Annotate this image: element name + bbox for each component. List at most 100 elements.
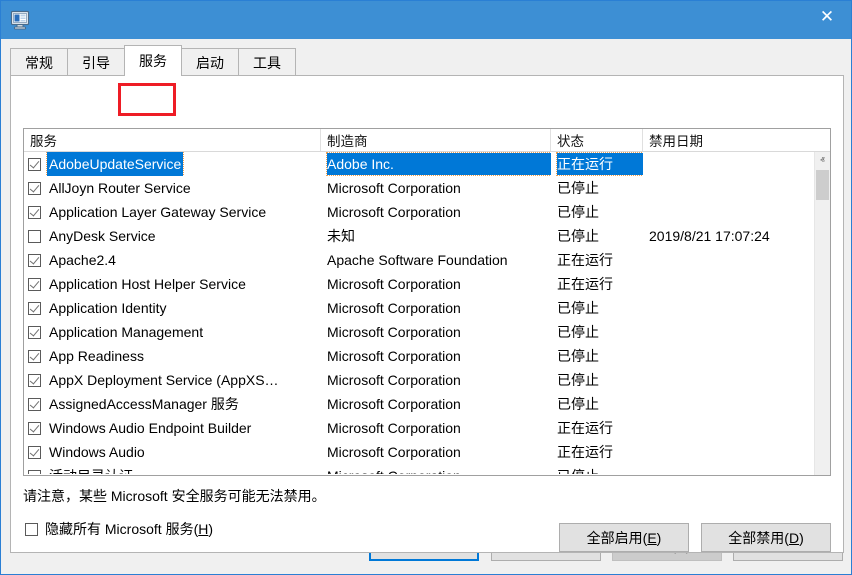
cell-service-name: Application Host Helper Service [24, 272, 321, 296]
cell-status: 已停止 [551, 392, 643, 416]
status-text: 正在运行 [557, 249, 613, 271]
enable-all-button[interactable]: 全部启用(E) [559, 523, 689, 552]
status-text: 已停止 [557, 297, 599, 319]
tab-services[interactable]: 服务 [124, 45, 182, 76]
table-row[interactable]: Application Host Helper ServiceMicrosoft… [24, 272, 830, 296]
cell-disable-date [643, 464, 815, 474]
tab-label: 常规 [25, 53, 53, 73]
titlebar-left [1, 1, 33, 39]
cell-manufacturer: Microsoft Corporation [321, 200, 551, 224]
column-header-status[interactable]: 状态 [551, 129, 643, 151]
table-row[interactable]: AnyDesk Service未知已停止2019/8/21 17:07:24 [24, 224, 830, 248]
checkbox-checked-icon[interactable] [28, 326, 41, 339]
cell-disable-date [643, 440, 815, 464]
table-row[interactable]: Windows Audio Endpoint Builder Microsoft … [24, 416, 830, 440]
checkbox-checked-icon[interactable] [28, 254, 41, 267]
table-row[interactable]: Application Layer Gateway Service Microso… [24, 200, 830, 224]
cell-service-name: 活动目录认证 [24, 464, 321, 474]
disable-all-label: 全部禁用(D) [728, 528, 803, 548]
cell-service-name: AssignedAccessManager 服务 [24, 392, 321, 416]
table-row[interactable]: AllJoyn Router ServiceMicrosoft Corporat… [24, 176, 830, 200]
cell-service-name: Windows Audio [24, 440, 321, 464]
checkbox-unchecked-icon[interactable] [28, 230, 41, 243]
services-listview[interactable]: 服务 制造商 状态 禁用日期 AdobeUpdateServiceAdobe I… [23, 128, 831, 476]
tab-boot[interactable]: 引导 [67, 48, 125, 76]
scroll-down-icon[interactable]: ⱟ [815, 458, 830, 475]
manufacturer-text: Microsoft Corporation [327, 441, 461, 463]
service-name-text: App Readiness [47, 344, 146, 368]
checkbox-checked-icon[interactable] [28, 182, 41, 195]
hide-microsoft-services-checkbox[interactable]: 隐藏所有 Microsoft 服务(H) [25, 519, 213, 539]
cell-manufacturer: Microsoft Corporation [321, 296, 551, 320]
service-name-text: Apache2.4 [47, 248, 118, 272]
tab-startup[interactable]: 启动 [181, 48, 239, 76]
service-name-text: Application Layer Gateway Service [47, 200, 268, 224]
status-text: 已停止 [557, 345, 599, 367]
checkbox-box[interactable] [25, 523, 38, 536]
checkbox-checked-icon[interactable] [28, 374, 41, 387]
computer-monitor-icon [9, 8, 33, 32]
column-header-service[interactable]: 服务 [24, 129, 321, 151]
cell-status: 正在运行 [551, 272, 643, 296]
cell-disable-date [643, 320, 815, 344]
tab-general[interactable]: 常规 [10, 48, 68, 76]
table-row[interactable]: Apache2.4Apache Software Foundation正在运行 [24, 248, 830, 272]
table-row[interactable]: Windows AudioMicrosoft Corporation正在运行 [24, 440, 830, 464]
listview-body: AdobeUpdateServiceAdobe Inc.正在运行AllJoyn … [24, 152, 830, 475]
cell-service-name: AdobeUpdateService [24, 152, 321, 176]
cell-manufacturer: Microsoft Corporation [321, 176, 551, 200]
checkbox-checked-icon[interactable] [28, 398, 41, 411]
service-name-text: Windows Audio [47, 440, 147, 464]
service-name-text: AnyDesk Service [47, 224, 158, 248]
manufacturer-text: Microsoft Corporation [327, 321, 461, 343]
service-name-text: 活动目录认证 [47, 464, 135, 474]
service-name-text: AssignedAccessManager 服务 [47, 392, 241, 416]
column-header-manufacturer[interactable]: 制造商 [321, 129, 551, 151]
manufacturer-text: Microsoft Corporation [327, 417, 461, 439]
checkbox-checked-icon[interactable] [28, 206, 41, 219]
manufacturer-text: 未知 [327, 225, 355, 247]
checkbox-checked-icon[interactable] [28, 422, 41, 435]
table-row[interactable]: Application Management Microsoft Corporat… [24, 320, 830, 344]
service-name-text: AppX Deployment Service (AppXS… [47, 368, 281, 392]
scroll-up-icon[interactable]: ⱏ [815, 152, 830, 169]
status-text: 正在运行 [557, 417, 613, 439]
service-name-text: Application Identity [47, 296, 169, 320]
checkbox-checked-icon[interactable] [28, 302, 41, 315]
enable-all-label: 全部启用(E) [587, 528, 662, 548]
table-row[interactable]: App ReadinessMicrosoft Corporation已停止 [24, 344, 830, 368]
cell-disable-date [643, 368, 815, 392]
scrollbar-thumb[interactable] [816, 170, 829, 200]
close-icon[interactable]: ✕ [804, 1, 850, 31]
cell-status: 已停止 [551, 296, 643, 320]
cell-status: 已停止 [551, 368, 643, 392]
tabstrip: 常规引导服务启动工具 [10, 45, 295, 76]
cell-service-name: App Readiness [24, 344, 321, 368]
table-row[interactable]: 活动目录认证Microsoft Corporation已停止 [24, 464, 830, 474]
cell-service-name: Application Management [24, 320, 321, 344]
titlebar: ✕ [1, 1, 851, 39]
table-row[interactable]: Application Identity Microsoft Corporatio… [24, 296, 830, 320]
vertical-scrollbar[interactable]: ⱏ ⱟ [814, 152, 830, 475]
checkbox-checked-icon[interactable] [28, 350, 41, 363]
cell-disable-date [643, 272, 815, 296]
checkbox-checked-icon[interactable] [28, 278, 41, 291]
manufacturer-text: Microsoft Corporation [327, 369, 461, 391]
service-name-text: Windows Audio Endpoint Builder [47, 416, 253, 440]
checkbox-checked-icon[interactable] [28, 446, 41, 459]
table-row[interactable]: AssignedAccessManager 服务Microsoft Corpor… [24, 392, 830, 416]
service-name-text: AdobeUpdateService [47, 152, 183, 176]
table-row[interactable]: AdobeUpdateServiceAdobe Inc.正在运行 [24, 152, 830, 176]
status-text: 已停止 [557, 177, 599, 199]
tab-tools[interactable]: 工具 [238, 48, 296, 76]
cell-service-name: Application Identity [24, 296, 321, 320]
cell-disable-date [643, 416, 815, 440]
status-text: 正在运行 [557, 273, 613, 295]
cell-service-name: Application Layer Gateway Service [24, 200, 321, 224]
disable-all-button[interactable]: 全部禁用(D) [701, 523, 831, 552]
cell-manufacturer: Microsoft Corporation [321, 464, 551, 474]
table-row[interactable]: AppX Deployment Service (AppXS… Microsoft… [24, 368, 830, 392]
column-header-disable-date[interactable]: 禁用日期 [643, 129, 815, 151]
checkbox-unchecked-icon[interactable] [28, 470, 41, 475]
checkbox-checked-icon[interactable] [28, 158, 41, 171]
